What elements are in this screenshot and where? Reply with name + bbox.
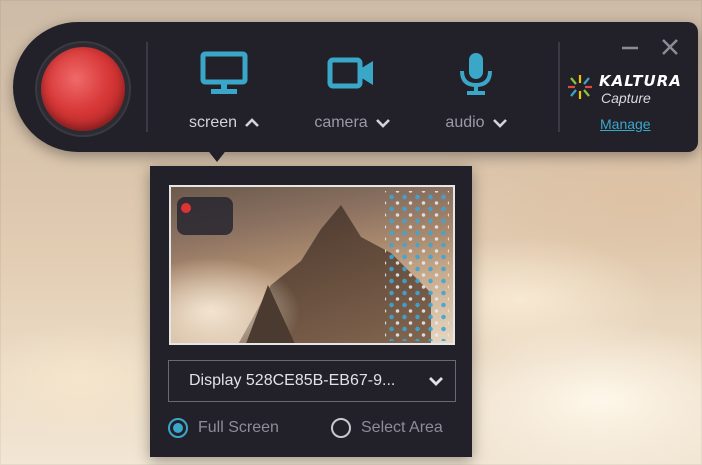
display-select[interactable]: Display 528CE85B-EB67-9... [168,360,456,402]
manage-link[interactable]: Manage [600,116,651,132]
source-screen-button[interactable]: screen [169,50,279,140]
source-audio-label: audio [445,114,485,131]
chevron-up-icon [245,118,259,127]
full-screen-label: Full Screen [198,419,279,436]
chevron-down-icon [375,119,390,128]
source-camera-label: camera [314,114,368,131]
source-camera-button[interactable]: camera [297,50,407,140]
monitor-icon [198,50,250,98]
kaltura-logo: KALTURA Capture [565,70,693,110]
full-screen-radio[interactable]: Full Screen [168,418,279,438]
minimize-button[interactable] [619,36,641,58]
close-button[interactable] [659,36,681,58]
brand-name: KALTURA [599,72,682,90]
chevron-down-icon [492,119,507,128]
radio-unselected-icon [331,418,351,438]
screen-options-panel: Display 528CE85B-EB67-9... Full Screen S… [150,166,472,457]
source-audio-button[interactable]: audio [421,50,531,140]
select-area-label: Select Area [361,419,443,436]
toolbar-divider [146,42,148,132]
video-camera-icon [326,50,378,98]
microphone-icon [450,50,502,98]
record-button[interactable] [41,47,125,131]
select-area-radio[interactable]: Select Area [331,418,443,438]
close-icon [662,39,678,55]
display-select-value: Display 528CE85B-EB67-9... [189,372,396,389]
chevron-down-icon [429,377,443,386]
panel-pointer [206,148,228,162]
minimize-icon [622,46,638,50]
screen-preview-thumbnail [169,185,455,345]
kaltura-burst-icon [568,75,592,99]
radio-selected-icon [168,418,188,438]
brand-subtitle: Capture [601,90,651,106]
source-screen-label: screen [188,114,238,131]
capture-toolbar: screen camera audio KALTURA Capture Mana… [13,22,698,152]
toolbar-divider [558,42,560,132]
